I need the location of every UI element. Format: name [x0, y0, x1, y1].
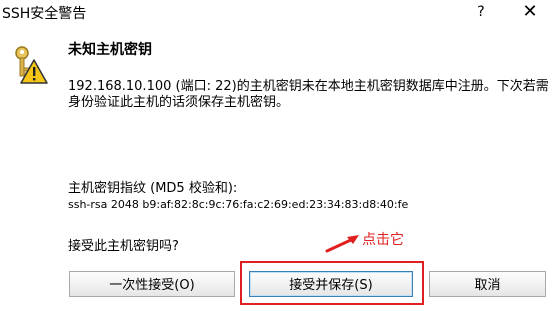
close-button[interactable]: ✕ — [515, 0, 545, 24]
title-bar: SSH安全警告 ? ✕ — [0, 0, 557, 24]
cancel-button[interactable]: 取消 — [429, 271, 546, 297]
annotation-label: 点击它 — [362, 232, 404, 248]
dialog-heading: 未知主机密钥 — [68, 42, 152, 58]
accept-once-button[interactable]: 一次性接受(O) — [69, 271, 235, 297]
key-warning-icon — [10, 44, 48, 84]
help-button[interactable]: ? — [470, 0, 492, 24]
accept-question: 接受此主机密钥吗? — [68, 239, 179, 254]
fingerprint-value: ssh-rsa 2048 b9:af:82:8c:9c:76:fa:c2:69:… — [68, 198, 409, 211]
dialog-description: 192.168.10.100 (端口: 22)的主机密钥未在本地主机密钥数据库中… — [68, 79, 549, 110]
fingerprint-label: 主机密钥指纹 (MD5 校验和): — [68, 181, 238, 196]
window-title: SSH安全警告 — [2, 6, 87, 22]
accept-and-save-button[interactable]: 接受并保存(S) — [249, 271, 413, 297]
